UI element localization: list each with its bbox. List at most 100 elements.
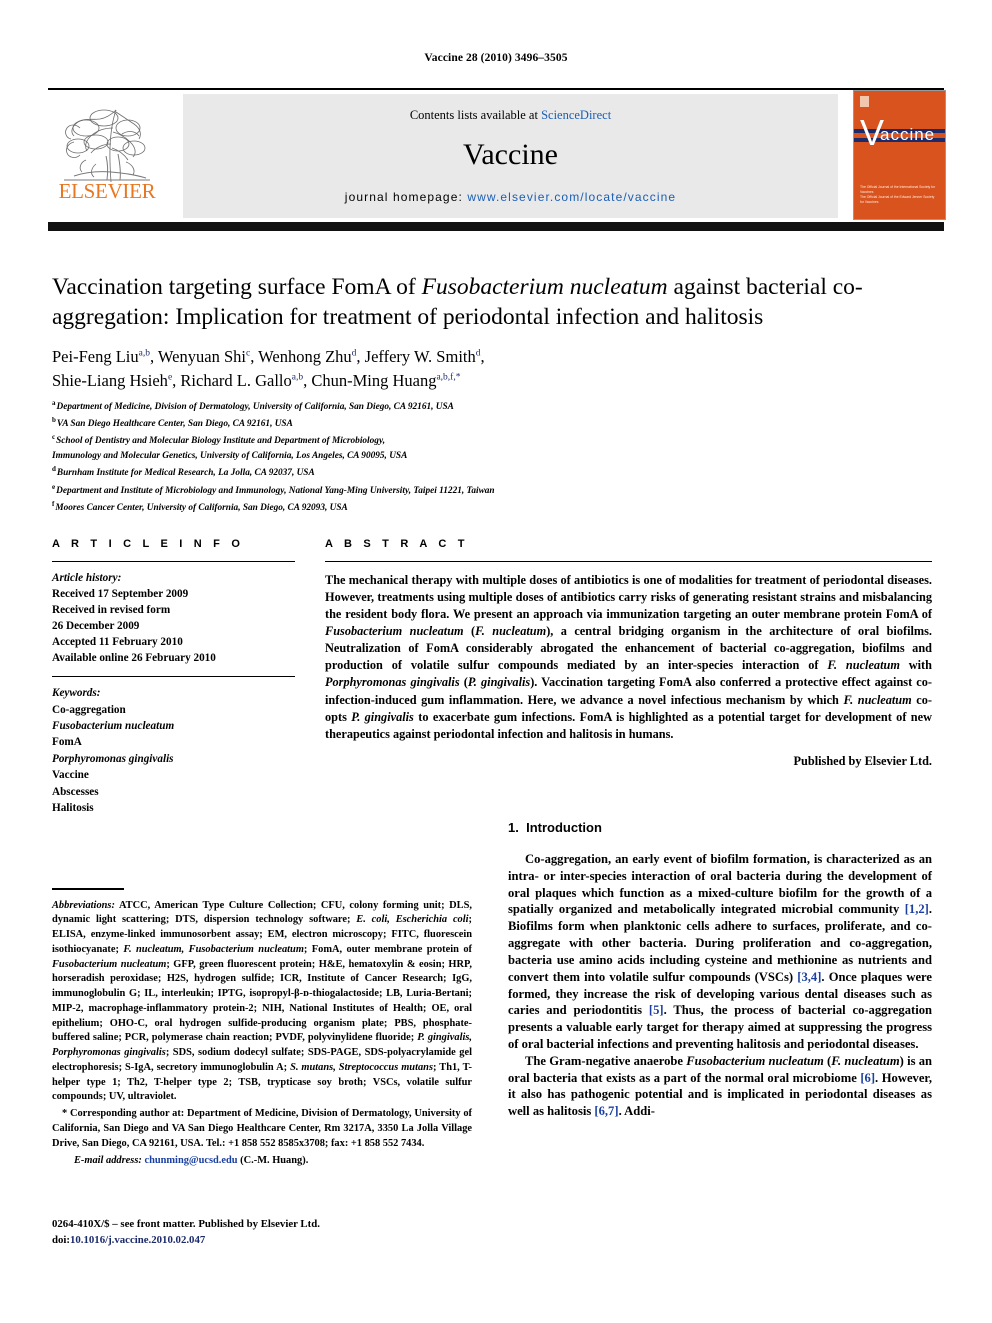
abstract-italic: Fusobacterium nucleatum — [325, 624, 464, 639]
doi-line: doi:10.1016/j.vaccine.2010.02.047 — [52, 1233, 320, 1249]
author-affiliation-mark: d — [475, 348, 481, 359]
journal-cover-thumbnail[interactable]: V accine The Official Journal of the Int… — [853, 90, 946, 220]
abstract-seg: with — [899, 658, 932, 673]
author-affiliation-mark: c — [245, 348, 251, 359]
affiliation-text: Burnham Institute for Medical Research, … — [56, 468, 315, 479]
paper-page: Vaccine 28 (2010) 3496–3505 ELSEVIER Con… — [0, 0, 992, 1323]
footnote-separator-rule — [52, 888, 124, 890]
abbreviations-label: Abbreviations: — [52, 899, 115, 911]
abstract-seg: The mechanical therapy with multiple dos… — [325, 573, 932, 622]
affiliation-text: School of Dentistry and Molecular Biolog… — [56, 436, 386, 447]
citation-ref[interactable]: [5] — [649, 1003, 664, 1017]
history-item: Available online 26 February 2010 — [52, 651, 216, 664]
abstract-seg: to exacerbate gum infections. FomA is hi… — [325, 709, 932, 741]
abstract-italic: P. gingivalis — [467, 675, 531, 690]
issn-front-matter: 0264-410X/$ – see front matter. Publishe… — [52, 1218, 320, 1230]
email-note: E-mail address: chunming@ucsd.edu (C.-M.… — [52, 1155, 472, 1166]
article-info-heading: A R T I C L E I N F O — [52, 538, 245, 550]
affiliation-mark: c — [52, 433, 56, 442]
author-affiliation-mark: e — [167, 372, 173, 383]
author: Pei-Feng Liua,b — [52, 347, 150, 366]
homepage-label: journal homepage: — [344, 190, 463, 204]
author-name: Wenhong Zhu — [258, 347, 352, 366]
cover-footer-line1: The Official Journal of the Internationa… — [860, 184, 936, 194]
abstract-text: The mechanical therapy with multiple dos… — [325, 572, 932, 743]
contents-prefix: Contents lists available at — [409, 108, 542, 122]
email-owner: (C.-M. Huang). — [237, 1154, 309, 1166]
cover-vaccine-word: accine — [880, 125, 936, 144]
citation-ref[interactable]: [3,4] — [797, 970, 821, 984]
author-name: Jeffery W. Smith — [364, 347, 476, 366]
author: Richard L. Galloa,b — [180, 371, 303, 390]
abbrev-seg: ; GFP, green fluorescent protein; H&E, h… — [52, 958, 472, 1044]
abstract-rule — [325, 561, 932, 562]
affiliation-item: fMoores Cancer Center, University of Cal… — [52, 499, 932, 516]
elsevier-wordmark: ELSEVIER — [58, 179, 156, 203]
para-seg: . Addi- — [618, 1104, 655, 1119]
abbreviations-note: Abbreviations: ATCC, American Type Cultu… — [52, 899, 472, 1106]
page-title: Vaccination targeting surface FomA of Fu… — [52, 272, 932, 332]
paragraph: Co-aggregation, an early event of biofil… — [508, 851, 932, 1053]
doi-value[interactable]: 10.1016/j.vaccine.2010.02.047 — [70, 1234, 205, 1246]
affiliation-list: aDepartment of Medicine, Division of Der… — [52, 398, 932, 516]
para-italic: F. nucleatum — [831, 1053, 900, 1068]
article-history-block: Article history: Received 17 September 2… — [52, 571, 295, 666]
affiliation-item: cSchool of Dentistry and Molecular Biolo… — [52, 432, 932, 449]
affiliation-item: eDepartment and Institute of Microbiolog… — [52, 482, 932, 499]
email-label: E-mail address: — [74, 1154, 142, 1166]
author-name: Chun-Ming Huang — [311, 370, 437, 390]
title-species-name: Fusobacterium nucleatum — [421, 274, 668, 300]
author-affiliation-mark: d — [351, 348, 357, 359]
author-name: Wenyuan Shi — [157, 347, 246, 366]
affiliation-text: Immunology and Molecular Genetics, Unive… — [52, 451, 408, 462]
masthead-top-rule — [48, 88, 944, 90]
abstract-publisher-line: Published by Elsevier Ltd. — [793, 753, 932, 768]
keyword-item: Halitosis — [52, 801, 94, 814]
affiliation-text: VA San Diego Healthcare Center, San Dieg… — [56, 419, 293, 430]
keywords-label: Keywords: — [52, 687, 101, 700]
abstract-italic: Porphyromonas gingivalis — [325, 675, 460, 690]
cover-barcode-icon — [860, 96, 869, 107]
abstract-seg: ( — [459, 675, 468, 690]
introduction-column: 1. Introduction Co-aggregation, an early… — [508, 820, 932, 1120]
history-item: 26 December 2009 — [52, 619, 140, 632]
section-heading-introduction: 1. Introduction — [508, 820, 932, 835]
affiliation-item: dBurnham Institute for Medical Research,… — [52, 464, 932, 481]
author-name: Shie-Liang Hsieh — [52, 370, 168, 390]
homepage-url-link[interactable]: www.elsevier.com/locate/vaccine — [467, 190, 676, 204]
affiliation-mark: f — [52, 499, 55, 508]
history-item: Accepted 11 February 2010 — [52, 635, 183, 648]
email-link[interactable]: chunming@ucsd.edu — [144, 1155, 237, 1166]
journal-masthead: ELSEVIER Contents lists available at Sci… — [48, 88, 946, 231]
para-seg: The Gram-negative anaerobe — [525, 1053, 687, 1068]
citation-ref[interactable]: [6] — [860, 1071, 875, 1085]
author-list: Pei-Feng Liua,b, Wenyuan Shic, Wenhong Z… — [52, 347, 485, 390]
citation-ref[interactable]: [6,7] — [594, 1104, 618, 1118]
elsevier-logo: ELSEVIER — [48, 94, 166, 218]
affiliation-mark: e — [52, 482, 56, 491]
keywords-block: Keywords: Co-aggregation Fusobacterium n… — [52, 685, 295, 816]
article-info-rule — [52, 561, 295, 562]
affiliation-item: aDepartment of Medicine, Division of Der… — [52, 398, 932, 415]
author: Shie-Liang Hsiehe — [52, 371, 172, 390]
footnotes-block: Abbreviations: ATCC, American Type Cultu… — [52, 888, 472, 1166]
sciencedirect-link[interactable]: ScienceDirect — [541, 108, 611, 122]
keyword-item: Vaccine — [52, 769, 89, 782]
para-seg: Co-aggregation, an early event of biofil… — [508, 852, 932, 917]
affiliation-item: Immunology and Molecular Genetics, Unive… — [52, 449, 932, 464]
history-item: Received 17 September 2009 — [52, 587, 189, 600]
affiliation-mark: d — [52, 465, 56, 474]
keyword-item: FomA — [52, 736, 82, 749]
keywords-divider-rule — [52, 676, 295, 678]
section-number: 1. — [508, 820, 519, 835]
keyword-item: Abscesses — [52, 785, 99, 798]
abstract-heading: A B S T R A C T — [325, 538, 469, 550]
citation-ref[interactable]: [1,2] — [905, 902, 929, 916]
para-italic: Fusobacterium nucleatum — [686, 1053, 824, 1068]
keyword-item: Fusobacterium nucleatum — [52, 720, 175, 733]
history-item: Received in revised form — [52, 603, 171, 616]
affiliation-mark: b — [52, 416, 56, 425]
imprint-block: 0264-410X/$ – see front matter. Publishe… — [52, 1217, 320, 1248]
article-history-label: Article history: — [52, 572, 122, 584]
author: Wenhong Zhud — [258, 347, 356, 366]
